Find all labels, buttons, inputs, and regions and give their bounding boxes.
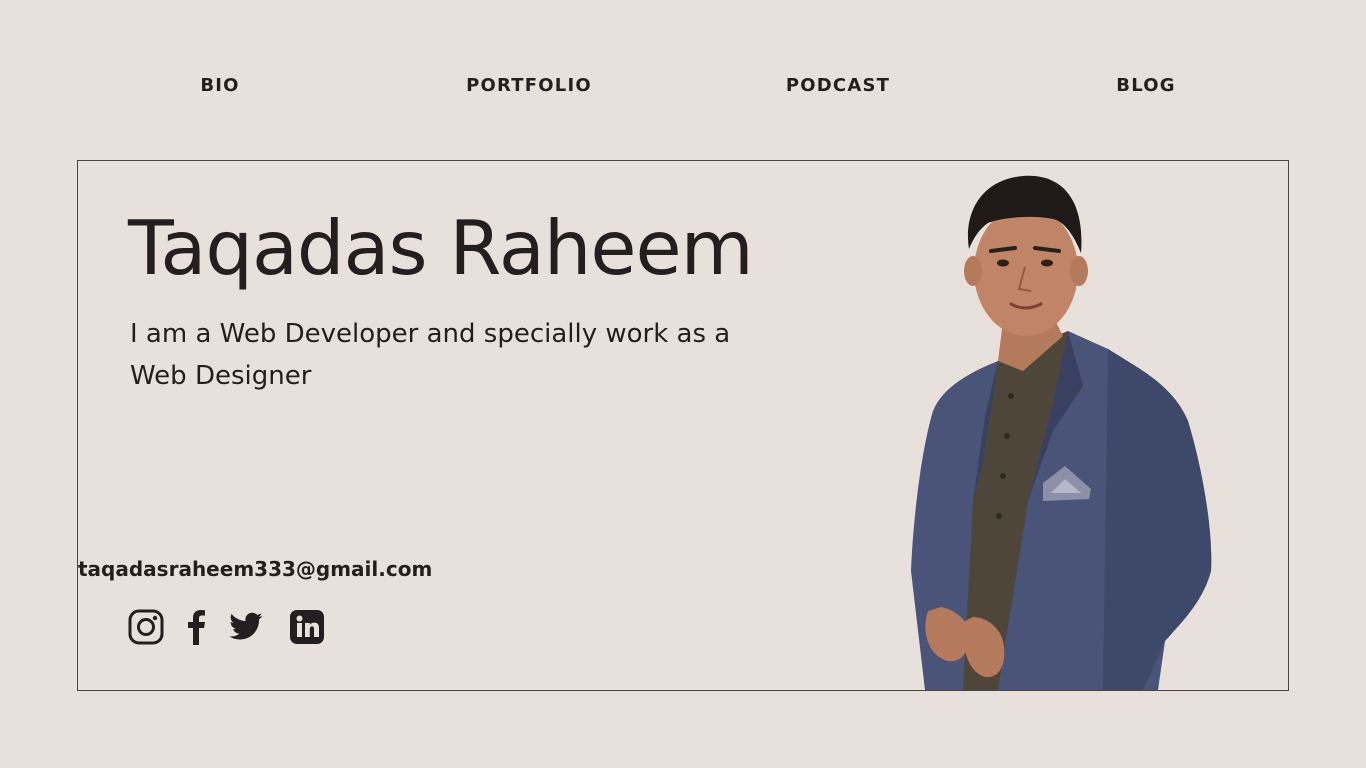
linkedin-icon	[290, 610, 324, 644]
nav-bio[interactable]: BIO	[200, 75, 239, 96]
twitter-link[interactable]	[227, 609, 265, 645]
facebook-link[interactable]	[186, 609, 206, 645]
nav-podcast[interactable]: PODCAST	[786, 75, 890, 96]
email-link[interactable]: taqadasraheem333@gmail.com	[78, 557, 432, 581]
nav-blog[interactable]: BLOG	[1116, 75, 1175, 96]
tagline: I am a Web Developer and specially work …	[130, 319, 731, 391]
page-title: Taqadas Raheem	[128, 204, 754, 292]
nav-portfolio[interactable]: PORTFOLIO	[466, 75, 592, 96]
twitter-icon	[229, 612, 263, 640]
instagram-link[interactable]	[128, 609, 164, 645]
profile-photo	[911, 175, 1212, 690]
instagram-icon	[128, 609, 164, 645]
hero-card: Taqadas Raheem I am a Web Developer and …	[77, 160, 1289, 691]
linkedin-link[interactable]	[289, 609, 325, 645]
facebook-icon	[188, 610, 205, 645]
